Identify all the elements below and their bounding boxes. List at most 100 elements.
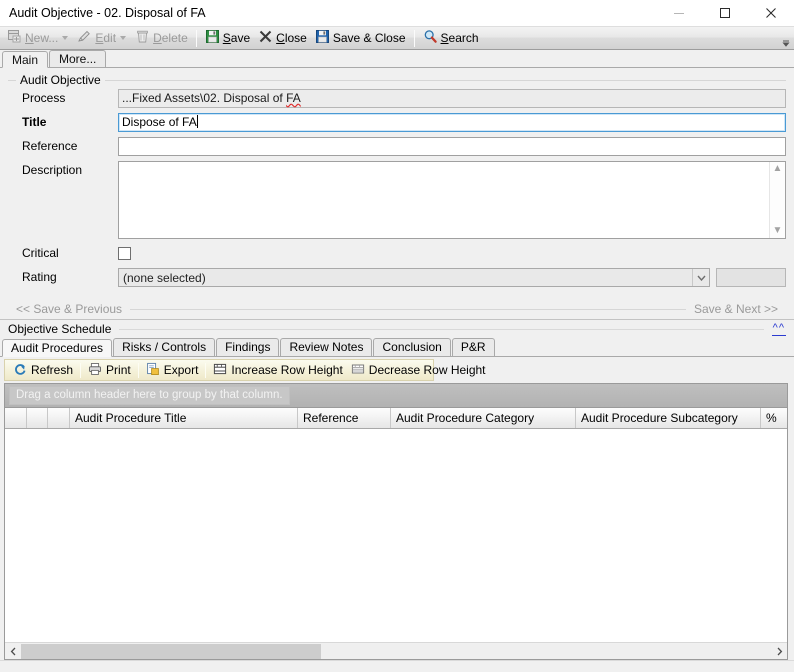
form-tabstrip: Main More... [0, 50, 794, 68]
grid-column-header: Audit Procedure Title Reference Audit Pr… [5, 408, 787, 429]
grid-rows-area[interactable] [5, 429, 787, 642]
column-header-icon-2[interactable] [48, 408, 70, 428]
new-button-label: New... [25, 31, 59, 45]
reference-row: Reference [8, 137, 786, 156]
description-value[interactable] [119, 162, 769, 238]
critical-checkbox[interactable] [118, 247, 131, 260]
reference-field-wrap [118, 137, 786, 156]
edit-dropdown-arrow-icon[interactable] [120, 36, 127, 40]
rating-field-wrap: (none selected) [118, 268, 786, 287]
print-button[interactable]: Print [84, 361, 135, 379]
column-header-audit-procedure-subcategory[interactable]: Audit Procedure Subcategory [576, 408, 761, 428]
schedule-tabstrip: Audit Procedures Risks / Controls Findin… [0, 338, 794, 357]
new-button[interactable]: New... [3, 28, 73, 48]
edit-button[interactable]: Edit [73, 28, 131, 48]
save-and-close-button-label: Save & Close [332, 31, 406, 45]
rating-value: (none selected) [123, 270, 206, 285]
chevron-down-icon[interactable]: ▼ [773, 226, 783, 236]
tab-more[interactable]: More... [49, 50, 107, 67]
decrease-row-height-icon [351, 362, 365, 379]
scroll-right-icon[interactable] [771, 644, 787, 659]
column-header-audit-procedure-title[interactable]: Audit Procedure Title [70, 408, 298, 428]
nav-divider [130, 308, 686, 310]
export-icon [146, 362, 160, 379]
maximize-button[interactable] [702, 0, 748, 26]
tab-risks-controls[interactable]: Risks / Controls [113, 338, 216, 356]
save-and-previous-link[interactable]: << Save & Previous [16, 302, 122, 316]
collapse-panel-button[interactable]: ^^ [771, 322, 786, 336]
description-textarea[interactable]: ▲ ▼ [118, 161, 786, 239]
delete-button-label: Delete [153, 31, 188, 45]
chevron-down-icon[interactable] [692, 269, 709, 286]
column-header-percent[interactable]: % [761, 408, 787, 428]
group-by-band[interactable]: Drag a column header here to group by th… [5, 384, 787, 408]
save-button[interactable]: Save [201, 28, 254, 48]
grid-toolbar-separator-3 [205, 362, 207, 378]
tab-pr[interactable]: P&R [451, 338, 495, 356]
save-and-close-button[interactable]: Save & Close [311, 28, 410, 48]
audit-procedures-grid: Drag a column header here to group by th… [4, 383, 788, 660]
search-button[interactable]: Search [419, 28, 483, 48]
critical-row: Critical [8, 244, 786, 263]
save-button-label: Save [222, 31, 251, 45]
tab-review-notes[interactable]: Review Notes [280, 338, 373, 356]
title-field-wrap: Dispose of FA [118, 113, 786, 132]
new-dropdown-arrow-icon[interactable] [62, 36, 69, 40]
process-input[interactable]: ...Fixed Assets\02. Disposal of FA [118, 89, 786, 108]
rating-score-box [716, 268, 786, 287]
increase-row-height-button[interactable]: Increase Row Height [209, 361, 346, 379]
trash-icon [135, 29, 150, 47]
magnifier-icon [423, 29, 438, 47]
print-button-label: Print [106, 363, 131, 377]
rating-row: Rating (none selected) [8, 268, 786, 287]
grid-horizontal-scrollbar[interactable] [5, 642, 787, 659]
close-button[interactable] [748, 0, 794, 26]
close-button-toolbar[interactable]: Close [254, 28, 311, 48]
scrollbar-track[interactable] [21, 643, 771, 659]
objective-schedule-header: Objective Schedule ^^ [0, 319, 794, 338]
tab-conclusion[interactable]: Conclusion [373, 338, 451, 356]
decrease-row-height-button[interactable]: Decrease Row Height [347, 361, 490, 379]
tab-findings[interactable]: Findings [216, 338, 280, 356]
reference-input[interactable] [118, 137, 786, 156]
increase-row-height-label: Increase Row Height [231, 363, 343, 377]
close-button-label: Close [276, 31, 307, 45]
chevron-up-icon[interactable]: ▲ [773, 164, 783, 174]
process-row: Process ...Fixed Assets\02. Disposal of … [8, 89, 786, 108]
search-button-label: Search [440, 31, 479, 45]
export-button-label: Export [163, 363, 199, 377]
description-scrollbar[interactable]: ▲ ▼ [769, 162, 785, 238]
tab-audit-procedures[interactable]: Audit Procedures [2, 339, 113, 357]
delete-button[interactable]: Delete [131, 28, 192, 48]
status-bar [0, 660, 794, 672]
edit-button-label: Edit [95, 31, 117, 45]
x-close-icon [258, 29, 273, 47]
column-header-icon-1[interactable] [27, 408, 48, 428]
refresh-button[interactable]: Refresh [9, 361, 77, 379]
title-input[interactable]: Dispose of FA [118, 113, 786, 132]
critical-field-wrap [118, 244, 786, 260]
minimize-button[interactable] [656, 0, 702, 26]
text-caret [196, 115, 198, 128]
refresh-icon [13, 362, 27, 379]
groupbox-title: Audit Objective [16, 73, 105, 87]
column-header-indicator[interactable] [5, 408, 27, 428]
grid-toolbar: Refresh Print Export Increase Row Height… [4, 359, 486, 381]
column-header-reference[interactable]: Reference [298, 408, 391, 428]
save-and-next-link[interactable]: Save & Next >> [694, 302, 778, 316]
description-row: Description ▲ ▼ [8, 161, 786, 239]
audit-objective-groupbox: Audit Objective Process ...Fixed Assets\… [8, 73, 786, 287]
printer-icon [88, 362, 102, 379]
decrease-row-height-label: Decrease Row Height [368, 363, 486, 377]
rating-dropdown[interactable]: (none selected) [118, 268, 710, 287]
floppy-blue-icon [315, 29, 330, 47]
scroll-left-icon[interactable] [5, 644, 21, 659]
toolbar-overflow-chevron[interactable] [780, 29, 792, 49]
tab-main[interactable]: Main [2, 51, 49, 68]
export-button[interactable]: Export [142, 361, 203, 379]
scrollbar-thumb[interactable] [21, 643, 321, 659]
floppy-save-icon [205, 29, 220, 47]
column-header-audit-procedure-category[interactable]: Audit Procedure Category [391, 408, 576, 428]
toolbar-separator-2 [413, 29, 415, 47]
audit-objective-form: Audit Objective Process ...Fixed Assets\… [0, 68, 794, 319]
